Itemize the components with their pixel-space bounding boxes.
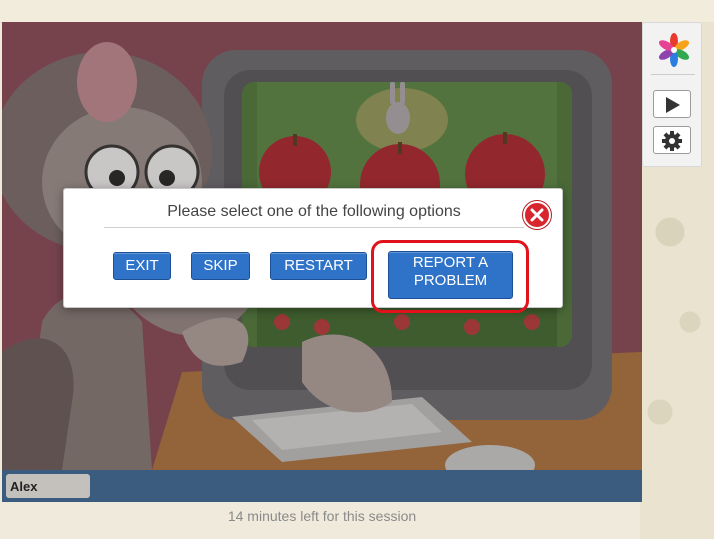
user-name-badge: Alex	[6, 474, 90, 498]
gear-icon	[662, 131, 682, 151]
settings-button[interactable]	[653, 126, 691, 154]
session-time-remaining: 14 minutes left for this session	[227, 508, 417, 524]
report-problem-label-line1: REPORT A	[412, 254, 489, 271]
report-problem-button[interactable]: REPORT A PROBLEM	[388, 251, 513, 299]
dialog-title: Please select one of the following optio…	[104, 197, 524, 228]
pinwheel-logo-icon	[657, 33, 691, 67]
play-icon	[666, 97, 680, 113]
close-button[interactable]	[523, 201, 551, 229]
report-problem-label-line2: PROBLEM	[413, 272, 488, 289]
player-bottom-bar: Alex	[2, 470, 642, 502]
exit-button[interactable]: EXIT	[113, 252, 171, 280]
play-button[interactable]	[653, 90, 691, 118]
skip-button[interactable]: SKIP	[191, 252, 250, 280]
side-panel-divider	[651, 74, 695, 75]
close-x-icon	[530, 208, 544, 222]
restart-button[interactable]: RESTART	[270, 252, 367, 280]
options-dialog: Please select one of the following optio…	[63, 188, 563, 313]
side-panel	[642, 22, 702, 167]
top-strip	[0, 0, 714, 23]
